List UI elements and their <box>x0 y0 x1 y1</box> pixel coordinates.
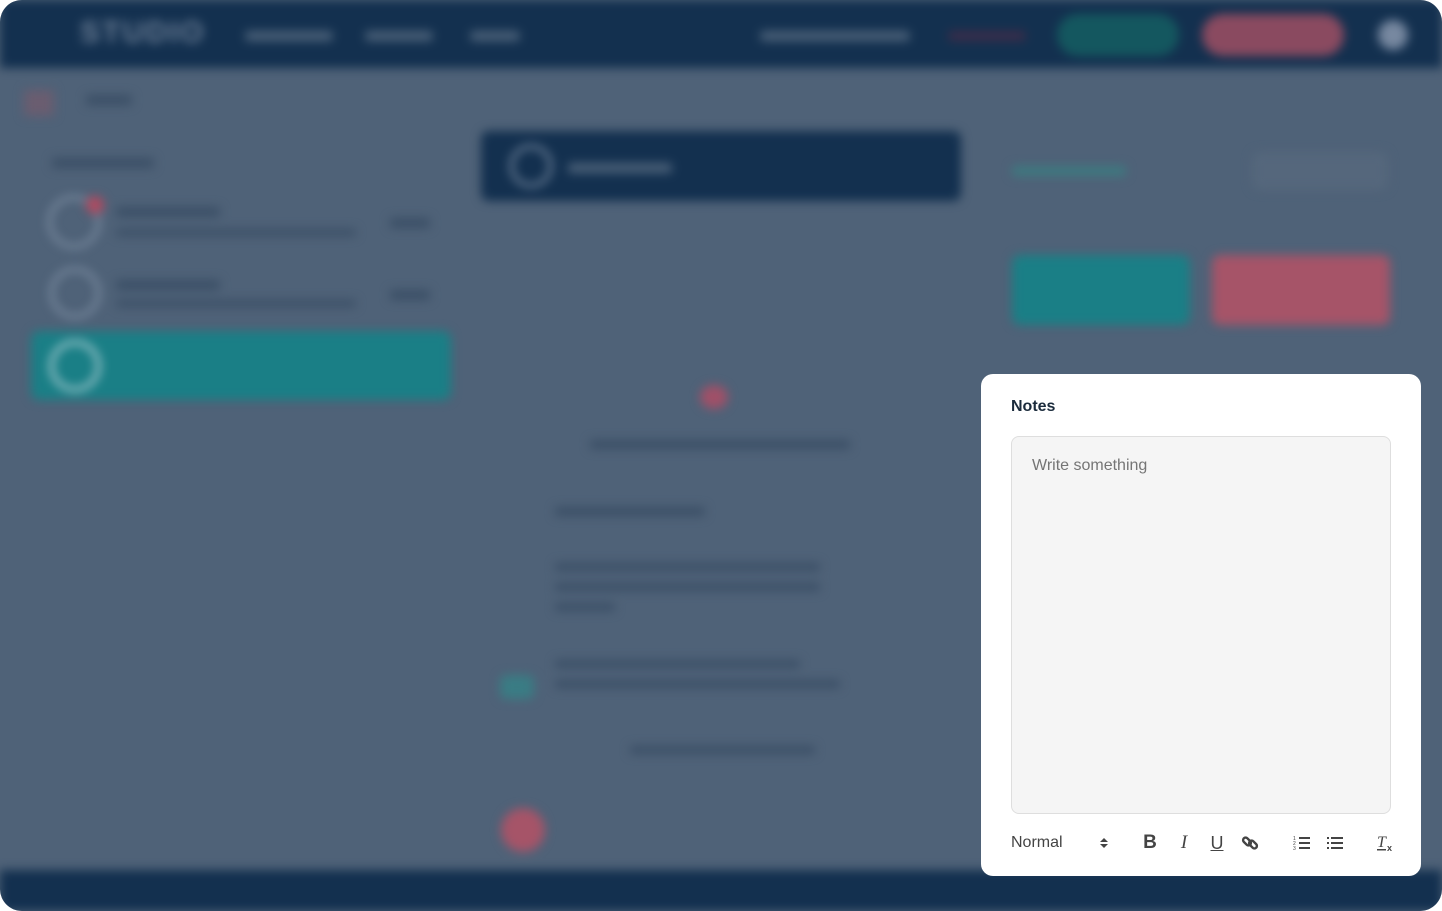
notes-title: Notes <box>1011 398 1056 415</box>
svg-text:3: 3 <box>1293 846 1296 852</box>
select-arrows-icon[interactable] <box>1097 831 1111 855</box>
format-select[interactable]: Normal <box>1011 831 1111 855</box>
bullet-list-icon[interactable] <box>1324 831 1346 855</box>
notes-modal: Notes Normal B I U 123 Tx <box>981 374 1421 876</box>
ordered-list-icon[interactable]: 123 <box>1291 831 1313 855</box>
editor-toolbar: Normal B I U 123 Tx <box>1011 831 1397 855</box>
italic-icon[interactable]: I <box>1173 831 1195 855</box>
svg-text:T: T <box>1377 834 1387 851</box>
bold-icon[interactable]: B <box>1139 831 1161 855</box>
svg-text:x: x <box>1387 843 1392 852</box>
logo: STUDIO <box>80 16 206 49</box>
underline-icon[interactable]: U <box>1206 831 1228 855</box>
clear-formatting-icon[interactable]: Tx <box>1375 831 1397 855</box>
format-select-value: Normal <box>1011 834 1063 851</box>
link-icon[interactable] <box>1239 831 1261 855</box>
notes-editor[interactable] <box>1011 436 1391 814</box>
